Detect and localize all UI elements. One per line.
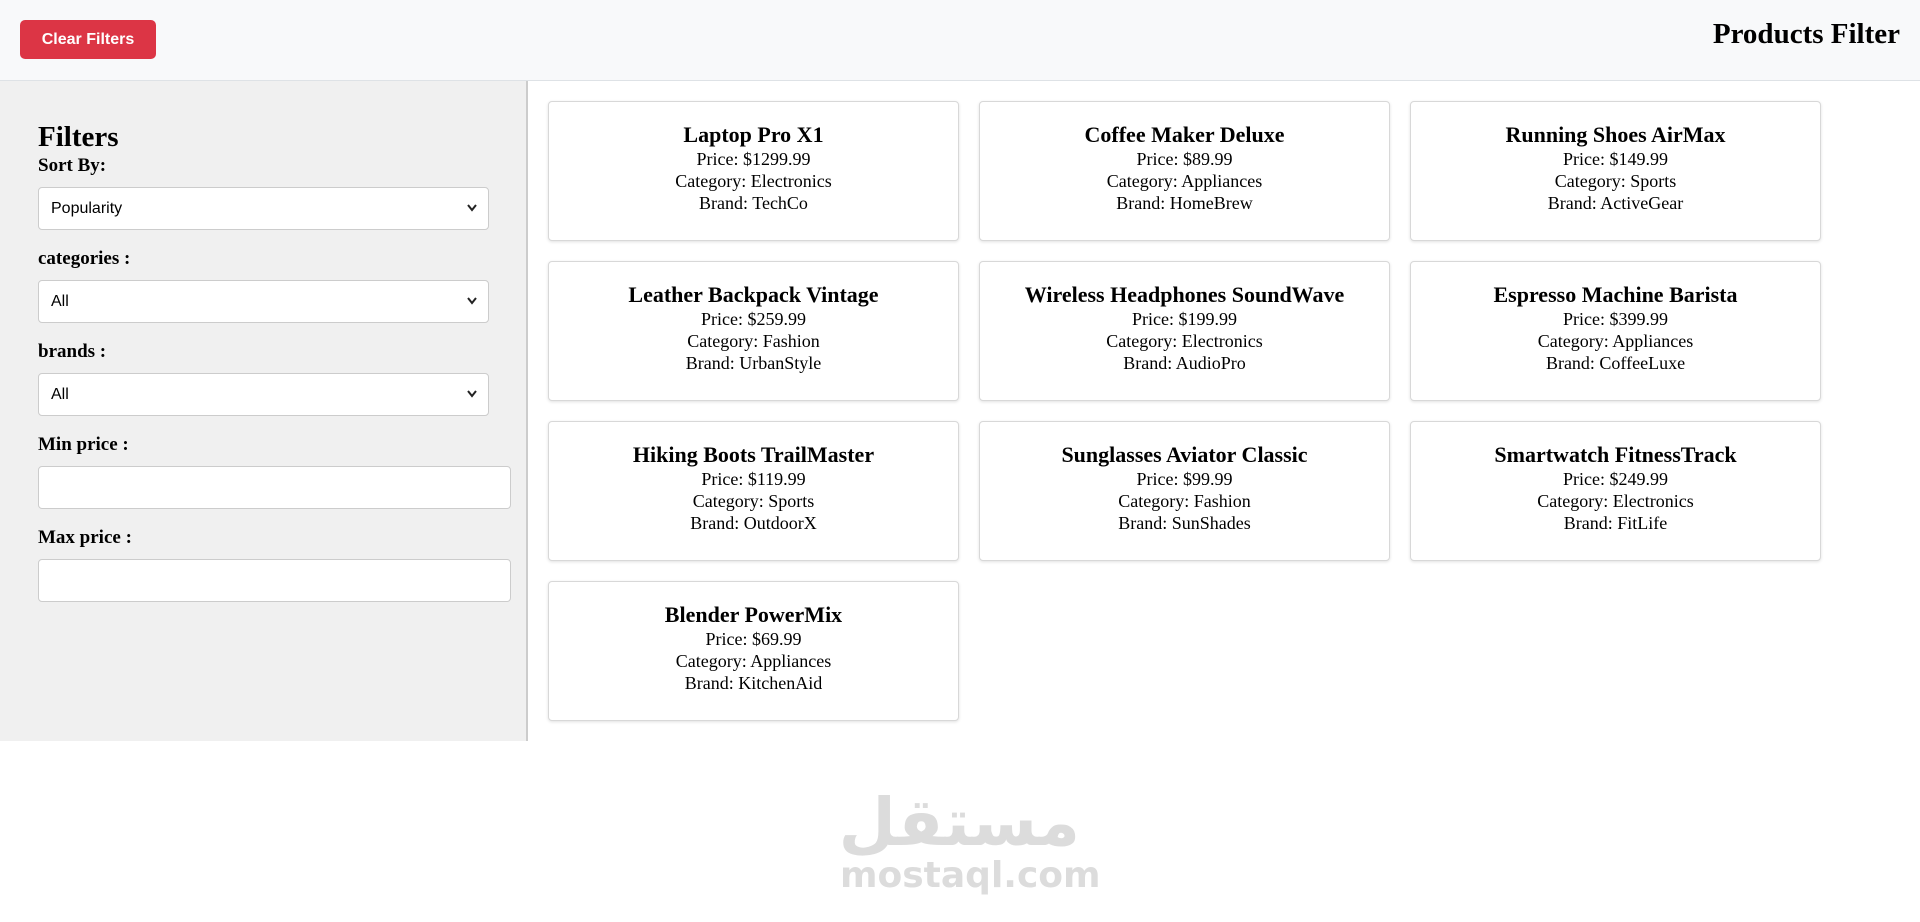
product-price: Price: $119.99	[701, 469, 806, 489]
product-price: Price: $69.99	[705, 629, 802, 649]
product-card: Wireless Headphones SoundWave Price: $19…	[979, 261, 1390, 401]
product-name: Espresso Machine Barista	[1493, 282, 1738, 307]
watermark-logo: مستقل	[838, 784, 1080, 861]
product-name: Sunglasses Aviator Classic	[1061, 442, 1308, 467]
product-card: Running Shoes AirMax Price: $149.99 Cate…	[1410, 101, 1821, 241]
chevron-down-icon	[466, 374, 478, 431]
product-category: Category: Appliances	[1537, 331, 1694, 351]
product-brand: Brand: OutdoorX	[690, 513, 817, 533]
sort-by-value: Popularity	[51, 200, 123, 217]
brands-label: brands :	[38, 341, 107, 362]
brands-select[interactable]: All	[38, 373, 489, 416]
product-card: Smartwatch FitnessTrack Price: $249.99 C…	[1410, 421, 1821, 561]
product-category: Category: Fashion	[687, 331, 820, 351]
product-price: Price: $89.99	[1136, 149, 1233, 169]
product-brand: Brand: SunShades	[1118, 513, 1251, 533]
product-name: Smartwatch FitnessTrack	[1494, 442, 1737, 467]
product-card: Leather Backpack Vintage Price: $259.99 …	[548, 261, 959, 401]
product-price: Price: $149.99	[1563, 149, 1668, 169]
categories-label: categories :	[38, 248, 131, 269]
max-price-input[interactable]	[38, 559, 511, 602]
product-card: Blender PowerMix Price: $69.99 Category:…	[548, 581, 959, 721]
product-brand: Brand: FitLife	[1563, 513, 1668, 533]
product-category: Category: Sports	[1554, 171, 1677, 191]
watermark-text: mostaql.com	[840, 855, 1101, 896]
product-card: Espresso Machine Barista Price: $399.99 …	[1410, 261, 1821, 401]
product-brand: Brand: HomeBrew	[1116, 193, 1253, 213]
product-name: Coffee Maker Deluxe	[1084, 122, 1285, 147]
product-name: Wireless Headphones SoundWave	[1024, 282, 1345, 307]
product-card: Coffee Maker Deluxe Price: $89.99 Catego…	[979, 101, 1390, 241]
categories-select[interactable]: All	[38, 280, 489, 323]
product-category: Category: Electronics	[1106, 331, 1263, 351]
sort-by-select[interactable]: Popularity	[38, 187, 489, 230]
product-card: Hiking Boots TrailMaster Price: $119.99 …	[548, 421, 959, 561]
product-card: Sunglasses Aviator Classic Price: $99.99…	[979, 421, 1390, 561]
max-price-label: Max price :	[38, 527, 132, 548]
chevron-down-icon	[466, 281, 478, 338]
filters-heading: Filters	[38, 121, 119, 153]
product-category: Category: Electronics	[1537, 491, 1694, 511]
product-brand: Brand: CoffeeLuxe	[1545, 353, 1686, 373]
categories-value: All	[51, 293, 69, 310]
product-category: Category: Fashion	[1118, 491, 1251, 511]
product-category: Category: Appliances	[1106, 171, 1263, 191]
product-brand: Brand: ActiveGear	[1547, 193, 1684, 213]
product-brand: Brand: TechCo	[699, 193, 808, 213]
product-brand: Brand: AudioPro	[1123, 353, 1246, 373]
min-price-label: Min price :	[38, 434, 129, 455]
sort-by-label: Sort By:	[38, 155, 107, 176]
brands-value: All	[51, 386, 69, 403]
product-name: Blender PowerMix	[664, 602, 843, 627]
header: Clear Filters Products Filter	[0, 0, 1920, 81]
chevron-down-icon	[466, 188, 478, 245]
product-name: Leather Backpack Vintage	[628, 282, 879, 307]
product-price: Price: $199.99	[1132, 309, 1237, 329]
product-card: Laptop Pro X1 Price: $1299.99 Category: …	[548, 101, 959, 241]
product-price: Price: $1299.99	[696, 149, 811, 169]
product-category: Category: Electronics	[675, 171, 832, 191]
product-category: Category: Sports	[692, 491, 815, 511]
product-name: Hiking Boots TrailMaster	[632, 442, 875, 467]
product-price: Price: $99.99	[1136, 469, 1233, 489]
product-price: Price: $249.99	[1563, 469, 1668, 489]
product-category: Category: Appliances	[675, 651, 832, 671]
product-brand: Brand: UrbanStyle	[685, 353, 822, 373]
product-name: Laptop Pro X1	[683, 122, 824, 147]
product-name: Running Shoes AirMax	[1505, 122, 1726, 147]
watermark: مستقل mostaql.com	[838, 784, 1101, 896]
product-grid: Laptop Pro X1 Price: $1299.99 Category: …	[548, 101, 1821, 721]
product-price: Price: $259.99	[701, 309, 806, 329]
clear-filters-button[interactable]: Clear Filters	[20, 20, 156, 59]
product-price: Price: $399.99	[1563, 309, 1668, 329]
filters-sidebar: Filters Sort By: Popularity categories :…	[0, 81, 528, 741]
min-price-input[interactable]	[38, 466, 511, 509]
product-brand: Brand: KitchenAid	[684, 673, 823, 693]
page-title: Products Filter	[1712, 18, 1900, 50]
